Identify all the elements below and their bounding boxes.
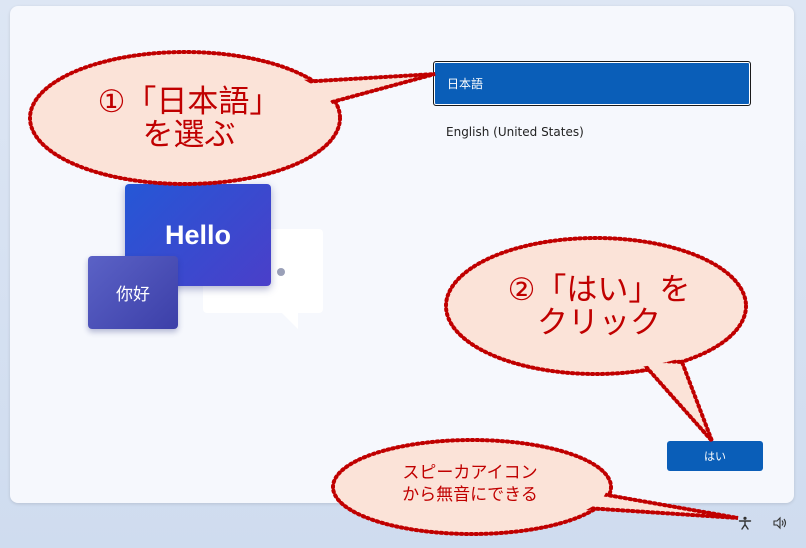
callout-step2-text: ②「はい」を クリック bbox=[466, 262, 732, 352]
accessibility-icon[interactable] bbox=[737, 515, 753, 531]
callout-line: クリック bbox=[537, 305, 661, 341]
callout-line: ①「日本語」 bbox=[97, 84, 281, 121]
callout-note-text: スピーカアイコン から無音にできる bbox=[355, 458, 585, 510]
callout-line: スピーカアイコン bbox=[402, 462, 538, 483]
callout-line: から無音にできる bbox=[402, 485, 538, 505]
callout-step1-text: ①「日本語」 を選ぶ bbox=[58, 74, 320, 164]
callout-line: ②「はい」を bbox=[507, 272, 691, 309]
callout-line: を選ぶ bbox=[142, 117, 236, 153]
speaker-icon[interactable] bbox=[772, 515, 788, 531]
